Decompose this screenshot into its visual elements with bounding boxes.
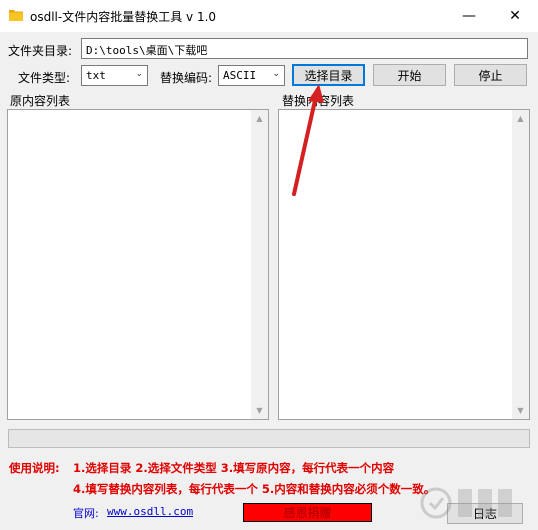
site-link[interactable]: www.osdll.com (107, 505, 193, 518)
watermark-logo (420, 487, 512, 519)
start-button[interactable]: 开始 (373, 64, 446, 86)
donate-label: 感恩捐赠 (283, 506, 332, 520)
scroll-up-icon[interactable]: ▲ (251, 110, 268, 127)
original-content-textarea[interactable]: ▲ ▼ (7, 109, 269, 420)
title-bar: osdll-文件内容批量替换工具 v 1.0 — ✕ (0, 0, 538, 32)
site-label: 官网: (73, 507, 99, 520)
select-directory-label: 选择目录 (304, 68, 353, 83)
select-directory-button[interactable]: 选择目录 (292, 64, 365, 86)
progress-bar (8, 429, 530, 448)
scroll-down-icon[interactable]: ▼ (512, 402, 529, 419)
file-type-label: 文件类型: (18, 71, 71, 85)
folder-path-input[interactable]: D:\tools\桌面\下载吧 (81, 38, 528, 59)
vertical-scrollbar[interactable]: ▲ ▼ (251, 110, 268, 419)
window-title: osdll-文件内容批量替换工具 v 1.0 (30, 10, 217, 24)
close-button[interactable]: ✕ (492, 0, 538, 32)
chevron-down-icon: ⌄ (272, 69, 280, 79)
minimize-button[interactable]: — (446, 0, 492, 32)
donate-button[interactable]: 感恩捐赠 (243, 503, 372, 522)
start-label: 开始 (397, 68, 422, 83)
file-type-value: txt (86, 69, 106, 82)
scroll-up-icon[interactable]: ▲ (512, 110, 529, 127)
help-line-2: 4.填写替换内容列表，每行代表一个 5.内容和替换内容必须个数一致。 (73, 482, 436, 496)
help-line-1: 1.选择目录 2.选择文件类型 3.填写原内容，每行代表一个内容 (73, 461, 395, 475)
encoding-value: ASCII (223, 69, 257, 82)
minimize-icon: — (462, 8, 476, 24)
encoding-select[interactable]: ASCII ⌄ (218, 65, 285, 86)
folder-label: 文件夹目录: (8, 44, 73, 58)
scroll-down-icon[interactable]: ▼ (251, 402, 268, 419)
file-type-select[interactable]: txt ⌄ (81, 65, 148, 86)
vertical-scrollbar[interactable]: ▲ ▼ (512, 110, 529, 419)
folder-icon (9, 10, 23, 21)
replacement-content-textarea[interactable]: ▲ ▼ (278, 109, 530, 420)
help-title: 使用说明: (9, 461, 60, 475)
close-icon: ✕ (509, 8, 521, 24)
chevron-down-icon: ⌄ (135, 69, 143, 79)
stop-label: 停止 (478, 68, 503, 83)
replacement-list-label: 替换内容列表 (282, 94, 355, 108)
stop-button[interactable]: 停止 (454, 64, 527, 86)
original-list-label: 原内容列表 (10, 94, 71, 108)
encoding-label: 替换编码: (160, 71, 213, 85)
